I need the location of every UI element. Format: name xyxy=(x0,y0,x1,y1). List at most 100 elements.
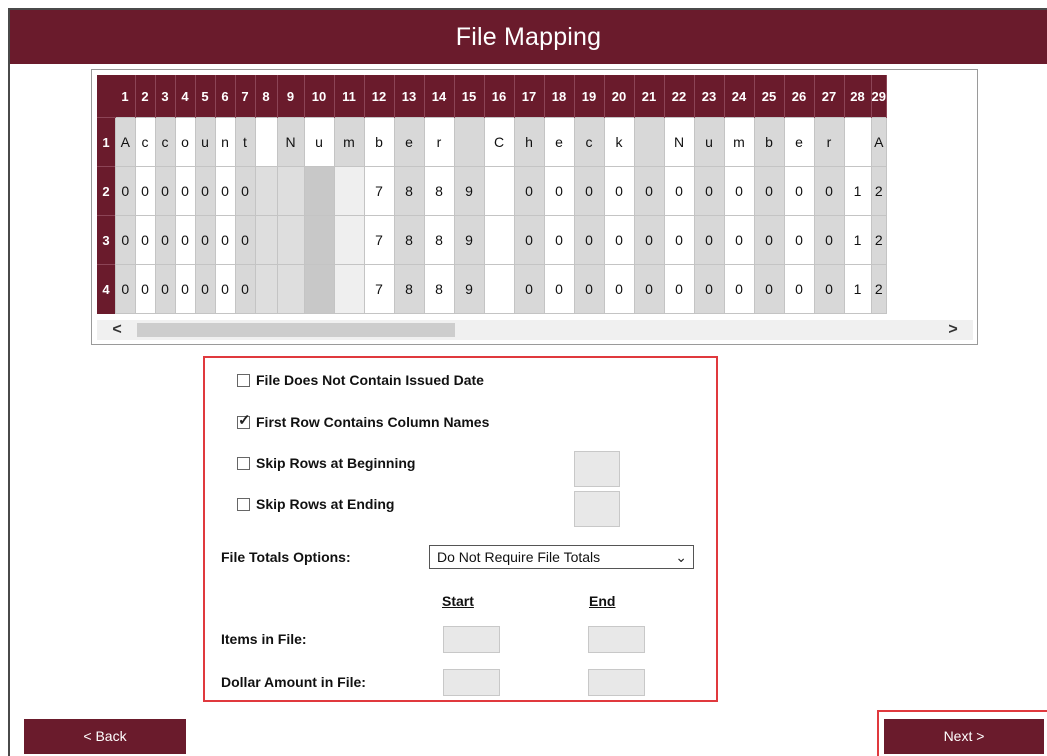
skip-ending-input[interactable] xyxy=(574,491,620,527)
grid-cell: N xyxy=(663,117,695,167)
grid-cell: 0 xyxy=(663,264,695,314)
grid-cell: 8 xyxy=(423,215,455,265)
column-header[interactable]: 16 xyxy=(484,75,515,118)
first-row-names-checkbox[interactable]: ✓ xyxy=(237,411,251,429)
grid-cell: 8 xyxy=(393,264,425,314)
grid-cell: 0 xyxy=(134,264,156,314)
grid-cell: 0 xyxy=(663,166,695,216)
column-header[interactable]: 27 xyxy=(814,75,845,118)
grid-cell: n xyxy=(214,117,236,167)
grid-cell: 0 xyxy=(633,264,665,314)
column-header[interactable]: 17 xyxy=(514,75,545,118)
skip-beginning-input[interactable] xyxy=(574,451,620,487)
grid-cell: u xyxy=(194,117,216,167)
row-header[interactable]: 1 xyxy=(97,117,116,167)
dollar-start-input[interactable] xyxy=(443,669,500,696)
grid-cell: 0 xyxy=(603,215,635,265)
grid-cell: b xyxy=(363,117,395,167)
column-header[interactable]: 6 xyxy=(215,75,236,118)
grid-cell: h xyxy=(513,117,545,167)
column-header[interactable]: 29 xyxy=(871,75,887,118)
first-row-names-option[interactable]: ✓ First Row Contains Column Names xyxy=(237,411,489,430)
table-row: 3000000078890000000000012 xyxy=(97,215,887,265)
mapping-options-panel: File Does Not Contain Issued Date ✓ Firs… xyxy=(203,356,718,702)
grid-cell: r xyxy=(813,117,845,167)
column-header[interactable]: 21 xyxy=(634,75,665,118)
grid-cell: 2 xyxy=(870,166,887,216)
grid-cell: 0 xyxy=(693,166,725,216)
column-header[interactable]: 8 xyxy=(255,75,278,118)
next-button[interactable]: Next > xyxy=(884,719,1044,754)
file-totals-select[interactable]: Do Not Require File Totals ⌄ xyxy=(429,545,694,569)
grid-cell: 0 xyxy=(214,264,236,314)
column-header[interactable]: 24 xyxy=(724,75,755,118)
grid-cell: u xyxy=(303,117,335,167)
column-header[interactable]: 18 xyxy=(544,75,575,118)
column-header[interactable]: 14 xyxy=(424,75,455,118)
column-header[interactable]: 28 xyxy=(844,75,872,118)
scrollbar-thumb[interactable] xyxy=(137,323,455,337)
skip-beginning-option[interactable]: Skip Rows at Beginning xyxy=(237,455,415,471)
grid-cell: 8 xyxy=(423,166,455,216)
back-button[interactable]: < Back xyxy=(24,719,186,754)
column-header[interactable]: 19 xyxy=(574,75,605,118)
grid-cell: 0 xyxy=(234,215,256,265)
grid-cell: 9 xyxy=(453,264,485,314)
column-header[interactable]: 22 xyxy=(664,75,695,118)
items-end-input[interactable] xyxy=(588,626,645,653)
column-header[interactable]: 15 xyxy=(454,75,485,118)
column-header[interactable]: 23 xyxy=(694,75,725,118)
column-header[interactable]: 25 xyxy=(754,75,785,118)
column-header[interactable]: 11 xyxy=(334,75,365,118)
no-issued-date-option[interactable]: File Does Not Contain Issued Date xyxy=(237,372,484,388)
column-header[interactable]: 9 xyxy=(277,75,305,118)
grid-cell: 2 xyxy=(870,264,887,314)
grid-cell: 0 xyxy=(753,166,785,216)
grid-cell: 0 xyxy=(194,215,216,265)
row-header[interactable]: 3 xyxy=(97,215,116,265)
checkmark-icon: ✓ xyxy=(238,411,251,429)
end-column-header: End xyxy=(589,593,616,609)
column-header[interactable]: 13 xyxy=(394,75,425,118)
grid-cell xyxy=(453,117,485,167)
row-header[interactable]: 4 xyxy=(97,264,116,314)
grid-cell xyxy=(254,264,278,314)
file-preview-grid[interactable]: 1 2 3 4 5 6 7 8 9 10 11 12 13 14 15 16 17 18 19 20 21 22 23 24 2… xyxy=(91,69,978,345)
horizontal-scrollbar[interactable]: < > xyxy=(97,320,973,340)
grid-cell: 0 xyxy=(134,215,156,265)
grid-cell: 8 xyxy=(393,215,425,265)
column-header[interactable]: 7 xyxy=(235,75,256,118)
dollar-end-input[interactable] xyxy=(588,669,645,696)
column-header[interactable]: 5 xyxy=(195,75,216,118)
column-header[interactable]: 4 xyxy=(175,75,196,118)
column-header[interactable]: 3 xyxy=(155,75,176,118)
skip-ending-option[interactable]: Skip Rows at Ending xyxy=(237,496,394,512)
column-header[interactable]: 20 xyxy=(604,75,635,118)
grid-cell: 1 xyxy=(843,215,872,265)
no-issued-date-checkbox[interactable] xyxy=(237,373,250,387)
grid-cell xyxy=(333,215,365,265)
grid-cell: 0 xyxy=(633,215,665,265)
skip-ending-checkbox[interactable] xyxy=(237,497,250,511)
grid-cell xyxy=(333,264,365,314)
items-start-input[interactable] xyxy=(443,626,500,653)
grid-cell: 7 xyxy=(363,264,395,314)
grid-cell: 0 xyxy=(753,264,785,314)
grid-cell: 7 xyxy=(363,215,395,265)
column-header[interactable]: 10 xyxy=(304,75,335,118)
grid-cell: 0 xyxy=(154,215,176,265)
scroll-left-icon[interactable]: < xyxy=(107,320,127,340)
column-header[interactable]: 26 xyxy=(784,75,815,118)
chevron-down-icon: ⌄ xyxy=(675,549,687,565)
column-header[interactable]: 12 xyxy=(364,75,395,118)
grid-cell xyxy=(276,264,305,314)
grid-cell xyxy=(276,215,305,265)
skip-beginning-checkbox[interactable] xyxy=(237,456,250,470)
column-header[interactable]: 2 xyxy=(135,75,156,118)
grid-cell: C xyxy=(483,117,515,167)
column-header[interactable]: 1 xyxy=(115,75,136,118)
grid-cell: 0 xyxy=(115,215,136,265)
row-header[interactable]: 2 xyxy=(97,166,116,216)
start-column-header: Start xyxy=(442,593,474,609)
scroll-right-icon[interactable]: > xyxy=(943,320,963,340)
